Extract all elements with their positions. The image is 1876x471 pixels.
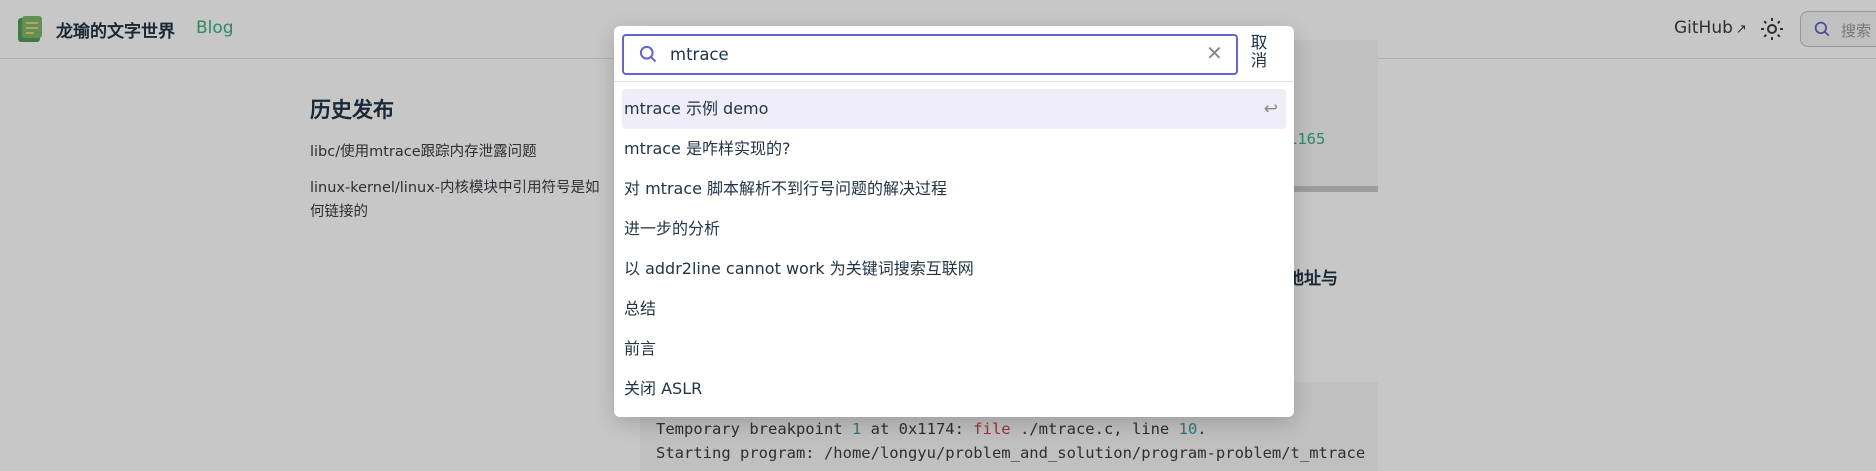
search-result-label: 前言 (624, 339, 657, 358)
divider (614, 81, 1294, 82)
search-result-label: mtrace 示例 demo (624, 99, 769, 118)
search-result-label: 以 addr2line cannot work 为关键词搜索互联网 (624, 259, 974, 278)
search-icon (639, 45, 657, 63)
search-result-item[interactable]: 进一步的分析 (622, 209, 1286, 249)
search-input[interactable] (670, 43, 1170, 65)
search-result-label: 进一步的分析 (624, 219, 721, 238)
search-result-item[interactable]: mtrace 是咋样实现的? (622, 129, 1286, 169)
search-result-label: 关闭 ASLR (624, 379, 703, 398)
search-result-item[interactable]: mtrace 示例 demo ↩ (622, 89, 1286, 129)
search-modal: ✕ 取消 mtrace 示例 demo ↩ mtrace 是咋样实现的? 对 mtra… (614, 26, 1294, 417)
search-result-label: mtrace 是咋样实现的? (624, 139, 791, 158)
search-result-item[interactable]: 关闭 ASLR (622, 369, 1286, 409)
cancel-button[interactable]: 取消 (1248, 34, 1270, 70)
search-result-label: 对 mtrace 脚本解析不到行号问题的解决过程 (624, 179, 948, 198)
search-result-item[interactable]: 总结 (622, 289, 1286, 329)
search-results-list: mtrace 示例 demo ↩ mtrace 是咋样实现的? 对 mtrace 脚本… (622, 89, 1286, 409)
search-result-item[interactable]: 前言 (622, 329, 1286, 369)
search-result-item[interactable]: 对 mtrace 脚本解析不到行号问题的解决过程 (622, 169, 1286, 209)
search-bar: ✕ (622, 34, 1238, 75)
close-icon[interactable]: ✕ (1206, 43, 1223, 63)
enter-icon: ↩ (1263, 99, 1278, 119)
search-result-item[interactable]: 以 addr2line cannot work 为关键词搜索互联网 (622, 249, 1286, 289)
search-result-label: 总结 (624, 299, 657, 318)
